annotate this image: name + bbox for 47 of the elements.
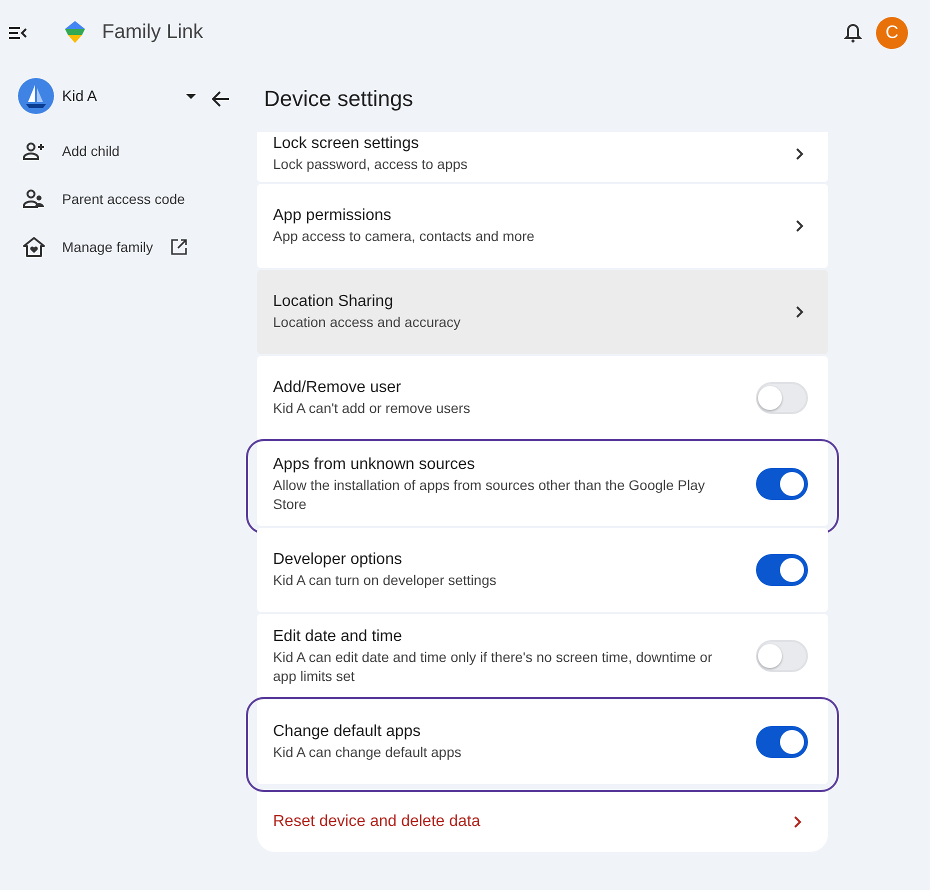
setting-description: App access to camera, contacts and more xyxy=(273,227,536,246)
setting-title: Change default apps xyxy=(273,722,422,742)
setting-title: Add/Remove user xyxy=(273,378,402,398)
child-name: Kid A xyxy=(62,88,98,104)
dropdown-caret-icon[interactable] xyxy=(186,94,196,98)
setting-row[interactable]: Developer options Kid A can turn on developer settings xyxy=(257,528,828,612)
page-title: Device settings xyxy=(264,86,414,112)
setting-title: Reset device and delete data xyxy=(273,812,482,832)
setting-row[interactable]: Reset device and delete data xyxy=(257,792,828,852)
setting-title: Location Sharing xyxy=(273,292,394,312)
setting-description: Kid A can edit date and time only if there's no screen time, downtime or app limits set xyxy=(273,648,714,686)
setting-title: Developer options xyxy=(273,550,403,570)
setting-description: Location access and accuracy xyxy=(273,313,462,332)
setting-row[interactable]: Lock screen settings Lock password, access to apps xyxy=(257,132,828,182)
setting-description: Allow the installation of apps from sources other than the Google Play Store xyxy=(273,476,706,514)
setting-row[interactable]: Edit date and time Kid A can edit date and time only if there's no screen time, downtime or app limits set xyxy=(257,614,828,698)
chevron-right-icon xyxy=(796,220,804,232)
setting-description: Kid A can't add or remove users xyxy=(273,399,472,418)
sidebar-item[interactable]: Manage family xyxy=(62,239,154,255)
setting-row[interactable]: Add/Remove user Kid A can't add or remove users xyxy=(257,356,828,440)
kite-logo-icon xyxy=(64,20,86,46)
house-heart-icon xyxy=(22,235,46,259)
setting-description: Kid A can turn on developer settings xyxy=(273,571,498,590)
notifications-icon[interactable] xyxy=(844,22,862,42)
sidebar-item[interactable]: Parent access code xyxy=(62,191,185,207)
setting-title: Edit date and time xyxy=(273,626,403,646)
chevron-right-icon xyxy=(796,306,804,318)
chevron-right-icon xyxy=(796,148,804,160)
setting-row[interactable]: Change default apps Kid A can change default apps xyxy=(257,700,828,784)
setting-title: Lock screen settings xyxy=(273,134,420,154)
setting-description: Kid A can change default apps xyxy=(273,743,462,762)
chevron-right-icon xyxy=(794,816,802,828)
child-avatar-icon xyxy=(18,78,54,114)
people-icon xyxy=(22,187,46,211)
setting-row[interactable]: Apps from unknown sources Allow the installation of apps from sources other than the Google Play Store xyxy=(257,442,828,526)
toggle-switch[interactable] xyxy=(756,726,808,758)
setting-title: Apps from unknown sources xyxy=(273,454,476,474)
setting-title: App permissions xyxy=(273,206,392,226)
menu-icon[interactable] xyxy=(8,24,28,40)
app-title: Family Link xyxy=(102,21,204,44)
toggle-switch[interactable] xyxy=(756,554,808,586)
setting-description: Lock password, access to apps xyxy=(273,155,469,174)
setting-row[interactable]: Location Sharing Location access and accuracy xyxy=(257,270,828,354)
toggle-switch[interactable] xyxy=(756,468,808,500)
back-arrow-icon[interactable] xyxy=(212,90,230,106)
setting-row[interactable]: App permissions App access to camera, contacts and more xyxy=(257,184,828,268)
sidebar-item[interactable]: Add child xyxy=(62,143,120,159)
